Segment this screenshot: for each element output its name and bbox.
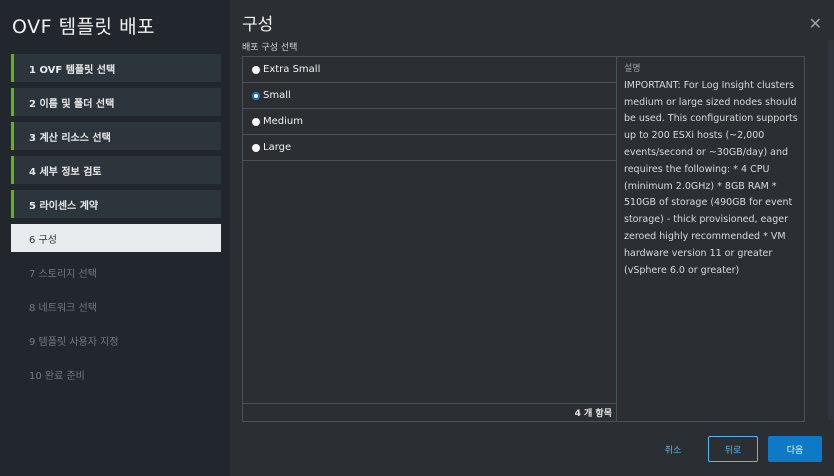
configuration-options: Extra Small Small Medium Large 4 개 항목: [243, 57, 617, 421]
option-small[interactable]: Small: [243, 83, 616, 109]
radio-icon[interactable]: [252, 143, 260, 152]
step-label: 5 라이센스 계약: [29, 200, 99, 212]
back-button[interactable]: 뒤로: [708, 436, 758, 462]
next-button[interactable]: 다음: [768, 436, 822, 462]
step-label: 6 구성: [29, 234, 57, 246]
option-extra-small[interactable]: Extra Small: [243, 57, 616, 83]
step-label: 2 이름 및 폴더 선택: [29, 98, 115, 110]
option-label: Large: [263, 142, 292, 153]
wizard-title: OVF 템플릿 배포: [12, 16, 156, 38]
step-6[interactable]: 6 구성: [11, 224, 221, 252]
main-content: 구성 ✕ 배포 구성 선택 Extra Small Small Medium L…: [230, 0, 834, 476]
option-label: Medium: [263, 116, 303, 127]
step-2[interactable]: 2 이름 및 폴더 선택: [11, 88, 221, 116]
description-title: 설명: [624, 64, 641, 74]
step-7: 7 스토리지 선택: [11, 258, 221, 286]
option-label: Small: [263, 90, 291, 101]
close-icon[interactable]: ✕: [809, 14, 822, 33]
radio-icon[interactable]: [252, 117, 260, 126]
step-label: 3 계산 리소스 선택: [29, 132, 111, 144]
step-label: 4 세부 정보 검토: [29, 166, 102, 178]
step-label: 9 템플릿 사용자 지정: [29, 336, 119, 348]
option-medium[interactable]: Medium: [243, 109, 616, 135]
configuration-panel: Extra Small Small Medium Large 4 개 항목 설명…: [242, 56, 805, 422]
cancel-button[interactable]: 취소: [648, 436, 698, 462]
radio-icon[interactable]: [252, 65, 260, 74]
step-9: 9 템플릿 사용자 지정: [11, 326, 221, 354]
step-label: 10 완료 준비: [29, 370, 85, 382]
description-panel: 설명 IMPORTANT: For Log Insight clusters m…: [624, 61, 802, 279]
wizard-sidebar: OVF 템플릿 배포 1 OVF 템플릿 선택 2 이름 및 폴더 선택 3 계…: [0, 0, 230, 476]
step-label: 8 네트워크 선택: [29, 302, 97, 314]
step-4[interactable]: 4 세부 정보 검토: [11, 156, 221, 184]
step-1[interactable]: 1 OVF 템플릿 선택: [11, 54, 221, 82]
step-list: 1 OVF 템플릿 선택 2 이름 및 폴더 선택 3 계산 리소스 선택 4 …: [11, 54, 221, 394]
step-5[interactable]: 5 라이센스 계약: [11, 190, 221, 218]
step-label: 1 OVF 템플릿 선택: [29, 64, 116, 76]
step-8: 8 네트워크 선택: [11, 292, 221, 320]
page-title: 구성: [242, 15, 274, 35]
step-label: 7 스토리지 선택: [29, 268, 97, 280]
radio-checked-icon[interactable]: [252, 91, 260, 100]
section-subtitle: 배포 구성 선택: [242, 43, 298, 53]
option-large[interactable]: Large: [243, 135, 616, 161]
description-text: IMPORTANT: For Log Insight clusters medi…: [624, 79, 798, 276]
wizard-actions: 취소 뒤로 다음: [648, 436, 822, 462]
step-3[interactable]: 3 계산 리소스 선택: [11, 122, 221, 150]
option-label: Extra Small: [263, 64, 321, 75]
item-count: 4 개 항목: [243, 403, 616, 421]
step-10: 10 완료 준비: [11, 360, 221, 388]
scrollbar[interactable]: [828, 40, 834, 420]
